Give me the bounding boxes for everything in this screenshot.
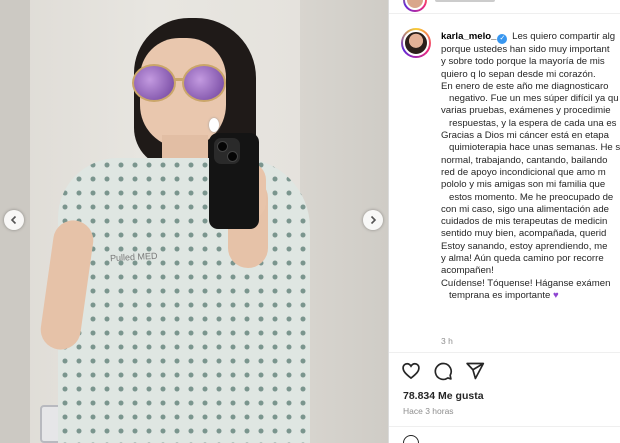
caption-line: estos momento. Me he preocupado de [449,191,614,203]
caption-line: normal, trabajando, cantando, bailando [441,154,608,166]
caption-line: con mi caso, sigo una alimentación ade [441,203,609,215]
caption-line: red de apoyo incondicional que amo m [441,166,606,178]
post-side-panel: karla_melo_ ✓ Les quiero compartir alg po… [388,0,620,443]
caption-line: negativo. Fue un mes súper difícil ya qu [449,93,619,105]
post-header [389,0,620,14]
caption-avatar[interactable] [401,28,431,58]
header-avatar[interactable] [403,0,427,12]
caption-line: Estoy sanando, estoy aprendiendo, me [441,240,608,252]
comment-icon [434,362,452,381]
post-caption: karla_melo_ ✓ Les quiero compartir alg po… [441,31,620,302]
comment-button[interactable] [433,361,453,381]
emoji-icon[interactable] [403,435,419,443]
caption-line: Les quiero compartir alg [512,31,616,42]
caption-line: pololo y mis amigas son mi familia que [441,179,606,191]
caption-line: sentido muy bien, acompañada, querid [441,228,607,240]
caption-line: Cuídense! Tóquense! Háganse exámen [441,277,611,289]
caption-username[interactable]: karla_melo_ [441,31,496,42]
caption-line: y alma! Aún queda camino por recorre [441,253,604,265]
caption-line: acompañen! [441,265,494,277]
header-username-cut[interactable] [435,0,495,2]
purple-heart-emoji: ♥ [553,289,559,301]
sunglasses [132,64,228,104]
caption-line: varias pruebas, exámenes y procedimie [441,105,611,117]
hospital-gown [58,158,310,443]
carousel-prev-button[interactable] [4,210,24,230]
caption-line: Gracias a Dios mi cáncer está en etapa [441,130,609,142]
heart-icon [402,362,420,380]
post-actions [389,352,620,386]
earring [209,118,219,132]
caption-line: cuidados de mis terapeutas de medicin [441,216,608,228]
post-photo[interactable]: Pulled MED [0,0,388,443]
caption-line: temprana es importante [449,289,551,301]
phone-camera [214,138,240,164]
add-comment-row [389,426,620,443]
caption-timestamp[interactable]: 3 h [441,336,453,346]
caption-line: En enero de este año me diagnosticaro [441,80,609,92]
post-date: Hace 3 horas [403,406,454,416]
carousel-next-button[interactable] [363,210,383,230]
send-icon [466,362,485,380]
caption-line: porque ustedes han sido muy important [441,44,610,55]
chevron-left-icon [10,215,17,225]
caption-line: y sobre todo porque la mayoría de mis [441,56,605,68]
like-button[interactable] [401,361,421,381]
likes-count[interactable]: 78.834 Me gusta [403,390,484,402]
caption-line: quiero q lo sepan desde mi corazón. [441,68,596,80]
caption-line: respuestas, y la espera de cada una es [449,117,617,129]
verified-badge-icon: ✓ [497,34,508,44]
share-button[interactable] [465,361,485,381]
caption-line: quimioterapia hace unas semanas. He s [449,142,620,154]
chevron-right-icon [370,215,377,225]
